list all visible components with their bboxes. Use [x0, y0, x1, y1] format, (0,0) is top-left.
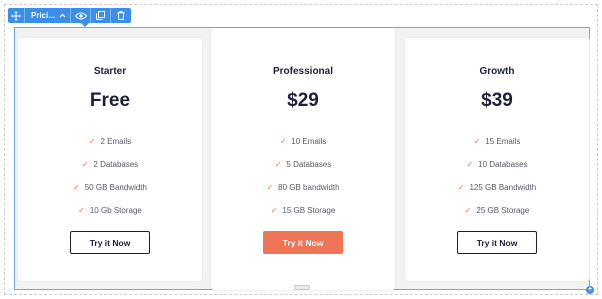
toolbar-pointer [81, 23, 89, 27]
add-section-icon[interactable]: + [586, 286, 594, 294]
feature-item: ✓ 2 Emails [88, 137, 132, 146]
feature-list: ✓ 15 Emails ✓ 10 Databases ✓ 125 GB Bandwid… [405, 130, 589, 222]
check-icon: ✓ [270, 206, 278, 215]
plan-name: Professional [272, 66, 334, 77]
copy-icon [96, 11, 106, 20]
move-icon [11, 10, 21, 21]
check-icon: ✓ [88, 137, 96, 146]
feature-item: ✓ 5 Databases [274, 160, 332, 169]
feature-item: ✓ 15 GB Storage [270, 206, 336, 215]
pricing-card-professional: Professional $29 ✓ 10 Emails ✓ 5 Databases… [211, 28, 395, 290]
move-handle[interactable] [8, 8, 25, 23]
element-selector[interactable]: Prici... [25, 8, 72, 23]
duplicate-button[interactable] [91, 8, 112, 23]
check-icon: ✓ [266, 183, 274, 192]
trash-icon [117, 11, 125, 20]
plan-price: $39 [481, 90, 513, 111]
visibility-button[interactable] [71, 8, 92, 23]
element-label: Prici... [31, 11, 56, 20]
chevron-up-icon [59, 13, 66, 18]
check-icon: ✓ [78, 206, 85, 215]
plan-price: $29 [287, 90, 319, 111]
feature-item: ✓ 80 GB bandwidth [266, 183, 340, 192]
check-icon: ✓ [73, 183, 80, 192]
feature-item: ✓ 50 GB Bandwidth [73, 183, 147, 192]
feature-item: ✓ 10 Emails [279, 137, 327, 146]
delete-button[interactable] [111, 8, 131, 23]
eye-icon [74, 12, 87, 19]
feature-item: ✓ 10 Databases [466, 160, 528, 169]
check-icon: ✓ [279, 137, 287, 146]
element-toolbar: Prici... [8, 8, 132, 23]
check-icon: ✓ [274, 160, 282, 169]
pricing-card-starter: Starter Free ✓ 2 Emails ✓ 2 Databases ✓ 50 … [18, 38, 202, 281]
check-icon: ✓ [457, 183, 465, 192]
feature-item: ✓ 15 Emails [473, 137, 521, 146]
plan-price: Free [89, 90, 131, 111]
feature-list: ✓ 2 Emails ✓ 2 Databases ✓ 50 GB Bandwidth … [18, 130, 202, 222]
check-icon: ✓ [466, 160, 474, 169]
pricing-card-growth: Growth $39 ✓ 15 Emails ✓ 10 Databases ✓ 125… [405, 38, 589, 281]
try-it-now-button[interactable]: Try it Now [263, 231, 343, 254]
feature-item: ✓ 25 GB Storage [464, 206, 530, 215]
feature-item: ✓ 10 Gb Storage [78, 206, 142, 215]
feature-item: ✓ 125 GB Bandwidth [457, 183, 537, 192]
feature-item: ✓ 2 Databases [81, 160, 139, 169]
resize-handle[interactable] [294, 285, 310, 290]
plan-name: Starter [93, 66, 127, 77]
check-icon: ✓ [464, 206, 472, 215]
feature-list: ✓ 10 Emails ✓ 5 Databases ✓ 80 GB bandwidth… [211, 130, 395, 222]
check-icon: ✓ [473, 137, 481, 146]
try-it-now-button[interactable]: Try it Now [457, 231, 537, 254]
plan-name: Growth [479, 66, 515, 77]
try-it-now-button[interactable]: Try it Now [70, 231, 150, 254]
check-icon: ✓ [81, 160, 89, 169]
